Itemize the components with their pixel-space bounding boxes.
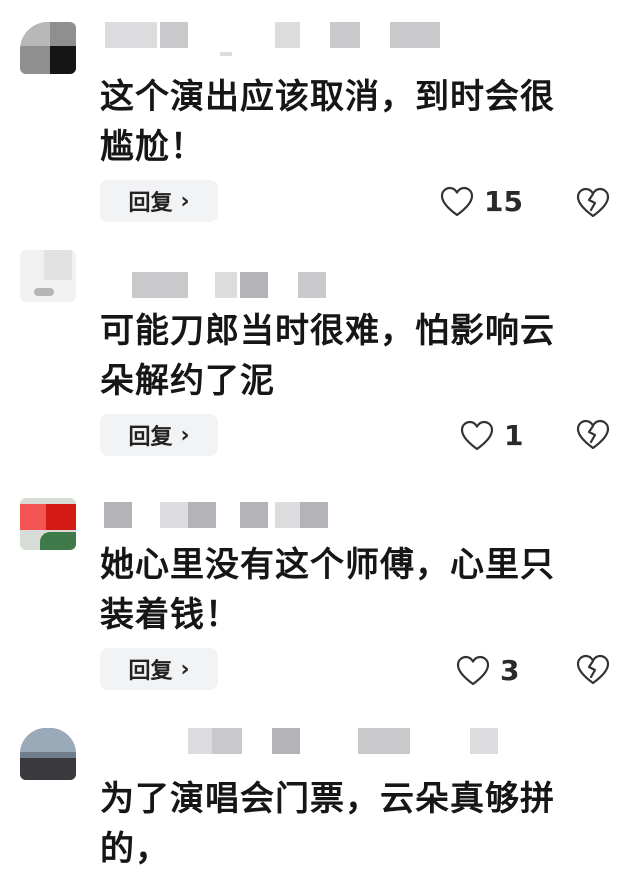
- like-button[interactable]: 15: [440, 185, 523, 218]
- comment-text: 可能刀郎当时很难，怕影响云 朵解约了泥: [100, 306, 620, 406]
- broken-heart-icon[interactable]: [576, 418, 610, 452]
- comment-text-line: 为了演唱会门票，云朵真够拼: [100, 779, 555, 819]
- reply-label: 回复: [128, 659, 173, 684]
- reply-label: 回复: [128, 191, 173, 216]
- username-redacted[interactable]: [100, 728, 498, 758]
- chevron-right-icon: ›: [180, 422, 190, 448]
- username-redacted[interactable]: [100, 22, 460, 56]
- avatar[interactable]: [20, 22, 76, 74]
- reply-label: 回复: [128, 425, 173, 450]
- comment-text: 她心里没有这个师傅，心里只 装着钱！: [100, 540, 620, 640]
- broken-heart-icon[interactable]: [576, 653, 610, 687]
- like-count: 1: [504, 419, 524, 452]
- avatar[interactable]: [20, 250, 76, 302]
- comment-text: 为了演唱会门票，云朵真够拼 的，: [100, 774, 620, 874]
- comment-text-line: 她心里没有这个师傅，心里只: [100, 545, 555, 585]
- username-redacted[interactable]: [100, 502, 460, 532]
- like-button[interactable]: 1: [460, 419, 523, 452]
- chevron-right-icon: ›: [180, 188, 190, 214]
- reply-button[interactable]: 回复 ›: [100, 414, 218, 456]
- avatar[interactable]: [20, 498, 76, 550]
- heart-outline-icon: [440, 186, 474, 216]
- like-count: 15: [484, 185, 523, 218]
- username-redacted[interactable]: [100, 272, 460, 302]
- reply-button[interactable]: 回复 ›: [100, 180, 218, 222]
- reply-button[interactable]: 回复 ›: [100, 648, 218, 690]
- heart-outline-icon: [456, 655, 490, 685]
- comment-text-line: 尴尬！: [100, 127, 205, 167]
- avatar[interactable]: [20, 728, 76, 780]
- comment-text-line: 的，: [100, 829, 170, 869]
- comment-text: 这个演出应该取消，到时会很 尴尬！: [100, 72, 620, 172]
- chevron-right-icon: ›: [180, 656, 190, 682]
- like-count: 3: [500, 654, 520, 687]
- broken-heart-icon[interactable]: [576, 186, 610, 220]
- like-button[interactable]: 3: [456, 654, 519, 687]
- comment-text-line: 朵解约了泥: [100, 361, 275, 401]
- comment-text-line: 可能刀郎当时很难，怕影响云: [100, 311, 555, 351]
- comment-text-line: 装着钱！: [100, 595, 240, 635]
- heart-outline-icon: [460, 420, 494, 450]
- comment-text-line: 这个演出应该取消，到时会很: [100, 77, 555, 117]
